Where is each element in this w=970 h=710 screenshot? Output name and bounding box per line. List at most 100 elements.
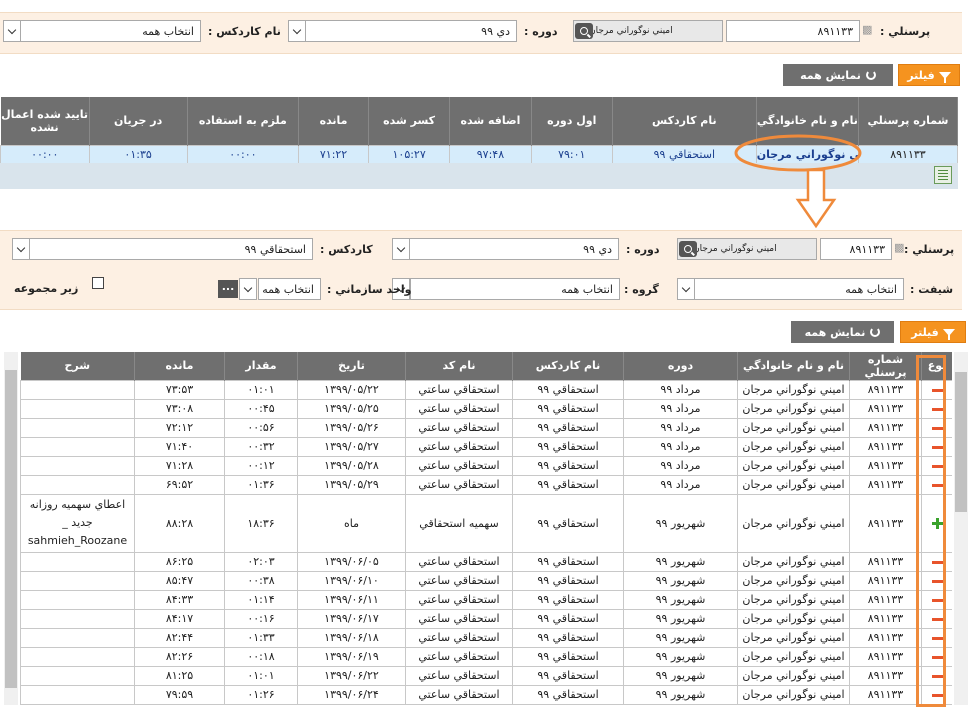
detail-personnel-name-chip[interactable]: اميني نوگوراني مرجان xyxy=(677,238,817,260)
personnel-code-input[interactable]: ۸۹۱۱۳۳ xyxy=(726,20,860,42)
table-cell-remain: ۸۶:۲۵ xyxy=(134,551,225,572)
table-cell-desc xyxy=(20,627,135,648)
table-cell-name: اميني نوگوراني مرجان xyxy=(737,417,850,438)
summary-header-cell: تاييد شده اعمال نشده xyxy=(0,97,90,145)
table-row[interactable]: ۸۴:۱۷ ۰۰:۱۶ ۱۳۹۹/۰۶/۱۷ استحقاقي ساعتي استحقا… xyxy=(20,608,952,629)
table-cell-desc xyxy=(20,436,135,457)
left-scrollbar-thumb[interactable] xyxy=(5,370,17,688)
table-cell-code: ۸۹۱۱۳۳ xyxy=(849,436,922,457)
table-row[interactable]: ۸۲:۲۶ ۰۰:۱۸ ۱۳۹۹/۰۶/۱۹ استحقاقي ساعتي استحقا… xyxy=(20,646,952,667)
org-unit-ellipsis-button[interactable]: ... xyxy=(218,280,238,298)
summary-header-cell[interactable]: اول دوره xyxy=(531,97,613,145)
shift-dropdown-button[interactable] xyxy=(677,278,695,300)
annotation-overlay xyxy=(734,134,862,229)
detail-header-cell[interactable]: شماره پرسنلي xyxy=(849,352,922,380)
table-cell-cardex: استحقاقي ۹۹ xyxy=(512,417,624,438)
summary-header-cell[interactable]: اضافه شده xyxy=(449,97,532,145)
subset-checkbox[interactable] xyxy=(92,277,104,289)
group-select[interactable]: انتخاب همه xyxy=(410,278,620,300)
table-cell-period: شهريور ۹۹ xyxy=(623,551,738,572)
detail-header-cell[interactable]: نام كاردكس xyxy=(512,352,624,380)
period-dropdown-button[interactable] xyxy=(288,20,306,42)
excel-export-icon[interactable] xyxy=(934,166,952,184)
cardex-dropdown-button[interactable] xyxy=(3,20,21,42)
table-row[interactable]: ۸۲:۴۴ ۰۱:۳۳ ۱۳۹۹/۰۶/۱۸ استحقاقي ساعتي استحقا… xyxy=(20,627,952,648)
detail-search-button[interactable] xyxy=(679,241,697,257)
table-cell-code: ۸۹۱۱۳۳ xyxy=(849,398,922,419)
filter-icon xyxy=(942,328,955,340)
detail-personnel-code-input[interactable]: ۸۹۱۱۳۳ xyxy=(820,238,892,260)
detail-header-cell[interactable]: نام كد xyxy=(405,352,513,380)
top-filter-button[interactable]: فيلتر xyxy=(898,64,960,86)
table-row[interactable]: اعطاي سهميه روزانه جديد _ sahmieh_Roozan… xyxy=(20,493,952,553)
table-row[interactable]: ۷۹:۰۳۰۰:۵۶۱۳۹۹/۰۶/۲۶استحقاقي ساعتياستحقا… xyxy=(20,703,952,705)
table-row[interactable]: ۷۲:۱۲ ۰۰:۵۶ ۱۳۹۹/۰۵/۲۶ استحقاقي ساعتي استحقا… xyxy=(20,417,952,438)
table-cell-date: ۱۳۹۹/۰۵/۲۷ xyxy=(297,436,406,457)
table-cell-date: ۱۳۹۹/۰۶/۲۶ xyxy=(297,703,406,705)
detail-header-cell[interactable]: دوره xyxy=(623,352,738,380)
table-row[interactable]: ۶۹:۵۲ ۰۱:۳۶ ۱۳۹۹/۰۵/۲۹ استحقاقي ساعتي استحقا… xyxy=(20,474,952,495)
table-cell-code: ۸۹۱۱۳۳ xyxy=(849,703,922,705)
group-label: گروه : xyxy=(624,283,659,296)
summary-header-cell[interactable]: كسر شده xyxy=(368,97,451,145)
personnel-name-chip[interactable]: اميني نوگوراني مرجان xyxy=(573,20,723,42)
detail-header-cell[interactable]: تاريخ xyxy=(297,352,406,380)
table-cell-name: اميني نوگوراني مرجان xyxy=(737,665,850,686)
summary-header-cell[interactable]: مانده xyxy=(298,97,369,145)
table-row[interactable]: ۸۶:۲۵ ۰۲:۰۳ ۱۳۹۹/۰۶/۰۵ استحقاقي ساعتي استحقا… xyxy=(20,551,952,572)
table-cell-codename: استحقاقي ساعتي xyxy=(405,589,513,610)
table-row[interactable]: ۸۵:۴۷ ۰۰:۳۸ ۱۳۹۹/۰۶/۱۰ استحقاقي ساعتي استحقا… xyxy=(20,570,952,591)
table-cell-period: شهريور ۹۹ xyxy=(623,665,738,686)
table-cell-period: مرداد ۹۹ xyxy=(623,417,738,438)
table-row[interactable]: ۷۹:۵۹ ۰۱:۲۶ ۱۳۹۹/۰۶/۲۴ استحقاقي ساعتي استحقا… xyxy=(20,684,952,705)
table-cell-codename: استحقاقي ساعتي xyxy=(405,436,513,457)
table-cell-desc xyxy=(20,551,135,572)
table-cell-desc xyxy=(20,379,135,400)
table-row[interactable]: ۷۱:۴۰ ۰۰:۳۲ ۱۳۹۹/۰۵/۲۷ استحقاقي ساعتي استحقا… xyxy=(20,436,952,457)
table-row[interactable]: ۷۳:۵۳ ۰۱:۰۱ ۱۳۹۹/۰۵/۲۲ استحقاقي ساعتي استحقا… xyxy=(20,379,952,400)
top-show-all-button[interactable]: نمايش همه xyxy=(783,64,893,86)
summary-cell: ۷۹:۰۱ xyxy=(530,144,613,164)
table-row[interactable]: ۷۱:۲۸ ۰۰:۱۲ ۱۳۹۹/۰۵/۲۸ استحقاقي ساعتي استحقا… xyxy=(20,455,952,476)
right-scrollbar-thumb[interactable] xyxy=(955,372,967,512)
table-cell-code: ۸۹۱۱۳۳ xyxy=(849,608,922,629)
table-row[interactable]: ۸۴:۳۳ ۰۱:۱۴ ۱۳۹۹/۰۶/۱۱ استحقاقي ساعتي استحقا… xyxy=(20,589,952,610)
summary-header-cell[interactable]: در جريان xyxy=(89,97,188,145)
detail-period-dropdown-button[interactable] xyxy=(392,238,410,260)
detail-header-cell[interactable]: مقدار xyxy=(224,352,298,380)
org-unit-label: واحد سازماني : xyxy=(327,283,412,296)
detail-header-cell[interactable]: شرح xyxy=(20,352,135,380)
cardex-select[interactable]: انتخاب همه xyxy=(20,20,201,42)
table-cell-name: اميني نوگوراني مرجان xyxy=(737,493,850,553)
detail-table-viewport[interactable]: شرح مانده مقدار تاريخ نام كد نام كاردكس … xyxy=(20,352,952,705)
detail-header-cell[interactable]: مانده xyxy=(134,352,225,380)
table-cell-name: اميني نوگوراني مرجان xyxy=(737,684,850,705)
table-cell-code: ۸۹۱۱۳۳ xyxy=(849,684,922,705)
detail-filter-button[interactable]: فيلتر xyxy=(900,321,966,343)
table-row[interactable]: ۷۳:۰۸ ۰۰:۴۵ ۱۳۹۹/۰۵/۲۵ استحقاقي ساعتي استحقا… xyxy=(20,398,952,419)
table-cell-name: اميني نوگوراني مرجان xyxy=(737,551,850,572)
table-row[interactable]: ۸۱:۲۵ ۰۱:۰۱ ۱۳۹۹/۰۶/۲۲ استحقاقي ساعتي استحقا… xyxy=(20,665,952,686)
detail-cardex-dropdown-button[interactable] xyxy=(12,238,30,260)
table-cell-remain: ۸۴:۳۳ xyxy=(134,589,225,610)
summary-header-cell[interactable]: ملزم به استفاده xyxy=(187,97,300,145)
shift-select[interactable]: انتخاب همه xyxy=(694,278,904,300)
shift-label: شيفت : xyxy=(910,283,954,296)
table-cell-cardex: استحقاقي ۹۹ xyxy=(512,684,624,705)
table-cell-cardex: استحقاقي ۹۹ xyxy=(512,627,624,648)
detail-period-select[interactable]: دي ۹۹ xyxy=(409,238,619,260)
table-cell-name: اميني نوگوراني مرجان xyxy=(737,589,850,610)
org-unit-dropdown-button[interactable] xyxy=(239,278,257,300)
table-cell-codename: استحقاقي ساعتي xyxy=(405,551,513,572)
search-icon xyxy=(684,245,692,253)
table-cell-name: اميني نوگوراني مرجان xyxy=(737,570,850,591)
detail-header-cell[interactable]: نام و نام خانوادگي xyxy=(737,352,850,380)
period-select[interactable]: دي ۹۹ xyxy=(305,20,517,42)
detail-show-all-button[interactable]: نمايش همه xyxy=(791,321,894,343)
org-unit-select[interactable]: انتخاب همه xyxy=(258,278,321,300)
detail-cardex-select[interactable]: استحقاقي ۹۹ xyxy=(29,238,313,260)
search-button[interactable] xyxy=(575,23,593,39)
refresh-icon xyxy=(865,70,876,80)
table-cell-name: اميني نوگوراني مرجان xyxy=(737,379,850,400)
table-cell-desc xyxy=(20,398,135,419)
